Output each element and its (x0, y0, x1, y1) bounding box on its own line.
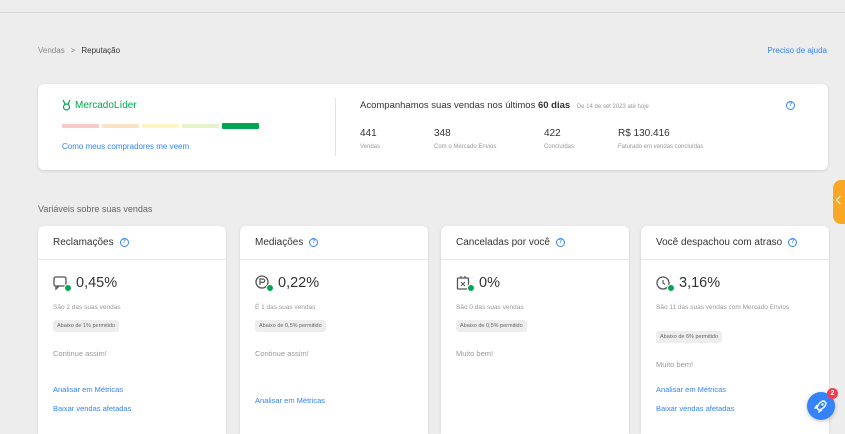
status-text: Continue assim! (53, 349, 107, 358)
thermometer-segment (142, 124, 179, 128)
metric: 3,16% (656, 275, 721, 292)
mediation-check-icon (255, 275, 274, 292)
download-affected-link[interactable]: Baixar vendas afetadas (53, 404, 131, 413)
info-icon[interactable]: ? (788, 238, 798, 247)
limit-pill: Abaixo de 6% permitido (656, 331, 723, 343)
mercadolider-label: MercadoLíder (75, 100, 137, 111)
info-icon[interactable]: ? (119, 238, 129, 247)
thermometer-segment (222, 123, 259, 129)
card-title-text: Mediações (255, 237, 304, 248)
breadcrumb-vendas[interactable]: Vendas (38, 46, 65, 55)
card-divider (335, 98, 336, 156)
reputation-card: MercadoLíder Como meus compradores me ve… (38, 84, 828, 170)
metric-description: São 11 das suas vendas com Mercado Envio… (656, 304, 790, 311)
card-title-text: Canceladas por você (456, 237, 550, 248)
reputation-thermometer (62, 123, 259, 129)
metric: 0,45% (53, 275, 118, 292)
thermometer-segment (182, 124, 219, 128)
stat-label: Faturado em vendas concluídas (618, 144, 704, 150)
stat-label: Com o Mercado Envios (434, 144, 497, 150)
metric-description: É 1 das suas vendas (255, 304, 316, 311)
help-link[interactable]: Preciso de ajuda (767, 46, 827, 55)
chat-check-icon (53, 275, 72, 292)
info-icon[interactable]: ? (309, 238, 319, 247)
breadcrumb-separator: > (70, 46, 76, 55)
metric-value: 3,16% (679, 275, 721, 291)
analyze-metrics-link[interactable]: Analisar em Métricas (53, 385, 123, 394)
status-text: Muito bem! (456, 349, 494, 358)
card-title-text: Reclamações (53, 237, 114, 248)
stat-vendas: 441 Vendas (360, 128, 380, 150)
stat-value: 441 (360, 128, 377, 139)
card-title-text: Você despachou com atraso (656, 237, 783, 248)
info-icon[interactable]: ? (555, 238, 565, 247)
breadcrumb-current: Reputação (81, 46, 121, 55)
limit-pill: Abaixo de 1% permitido (53, 320, 120, 332)
stat-label: Vendas (360, 144, 381, 150)
metric: 0% (456, 275, 500, 292)
stat-value: 348 (434, 128, 451, 139)
card-title: Você despachou com atraso ? (641, 226, 829, 260)
thermometer-segment (62, 124, 99, 128)
rocket-help-button[interactable]: 2 (807, 388, 838, 420)
limit-pill: Abaixo de 0,5% permitido (255, 320, 326, 332)
metric: 0,22% (255, 275, 320, 292)
thermometer-segment (102, 124, 139, 128)
cancel-box-check-icon (456, 275, 475, 292)
top-divider (0, 12, 845, 13)
breadcrumb: Vendas > Reputação (38, 46, 120, 55)
metric-value: 0,45% (76, 275, 118, 291)
tracking-since: De 14 de set 2023 até hoje (576, 104, 649, 110)
stat-mercado-envios: 348 Com o Mercado Envios (434, 128, 496, 150)
tracking-title-prefix: Acompanhamos suas vendas nos últimos (360, 100, 536, 111)
download-affected-link[interactable]: Baixar vendas afetadas (656, 404, 734, 413)
section-title: Variáveis sobre suas vendas (38, 204, 153, 214)
metric-value: 0% (479, 275, 500, 291)
limit-pill: Abaixo de 0,5% permitido (456, 320, 527, 332)
clock-check-icon (656, 275, 675, 292)
mercadolider-badge: MercadoLíder (62, 100, 137, 111)
buyers-view-link[interactable]: Como meus compradores me veem (62, 142, 189, 151)
metric-description: São 2 das suas vendas (53, 304, 121, 311)
metric-description: São 0 das suas vendas (456, 304, 524, 311)
status-text: Continue assim! (255, 349, 309, 358)
notification-badge: 2 (827, 388, 838, 399)
tracking-period: 60 dias (537, 100, 571, 111)
card-title: Reclamações ? (38, 226, 226, 260)
analyze-metrics-link[interactable]: Analisar em Métricas (255, 396, 325, 405)
card-reclamacoes: Reclamações ? 0,45% São 2 das suas venda… (38, 226, 226, 434)
status-text: Muito bem! (656, 360, 694, 369)
tracking-title: Acompanhamos suas vendas nos últimos 60 … (360, 100, 649, 111)
stat-value: R$ 130.416 (618, 128, 670, 139)
card-despachou-atraso: Você despachou com atraso ? 3,16% São 11… (641, 226, 829, 434)
stat-faturado: R$ 130.416 Faturado em vendas concluídas (618, 128, 703, 150)
card-title: Mediações ? (240, 226, 428, 260)
feedback-tab[interactable] (833, 180, 845, 224)
analyze-metrics-link[interactable]: Analisar em Métricas (656, 385, 726, 394)
card-canceladas: Canceladas por você ? 0% São 0 das suas … (441, 226, 629, 434)
card-mediacoes: Mediações ? 0,22% É 1 das suas vendas Ab… (240, 226, 428, 434)
stat-concluidas: 422 Concluídas (544, 128, 574, 150)
metric-value: 0,22% (278, 275, 320, 291)
stat-value: 422 (544, 128, 561, 139)
info-icon[interactable]: ? (786, 101, 795, 110)
medal-icon (62, 100, 71, 111)
stat-label: Concluídas (544, 144, 575, 150)
card-title: Canceladas por você ? (441, 226, 629, 260)
